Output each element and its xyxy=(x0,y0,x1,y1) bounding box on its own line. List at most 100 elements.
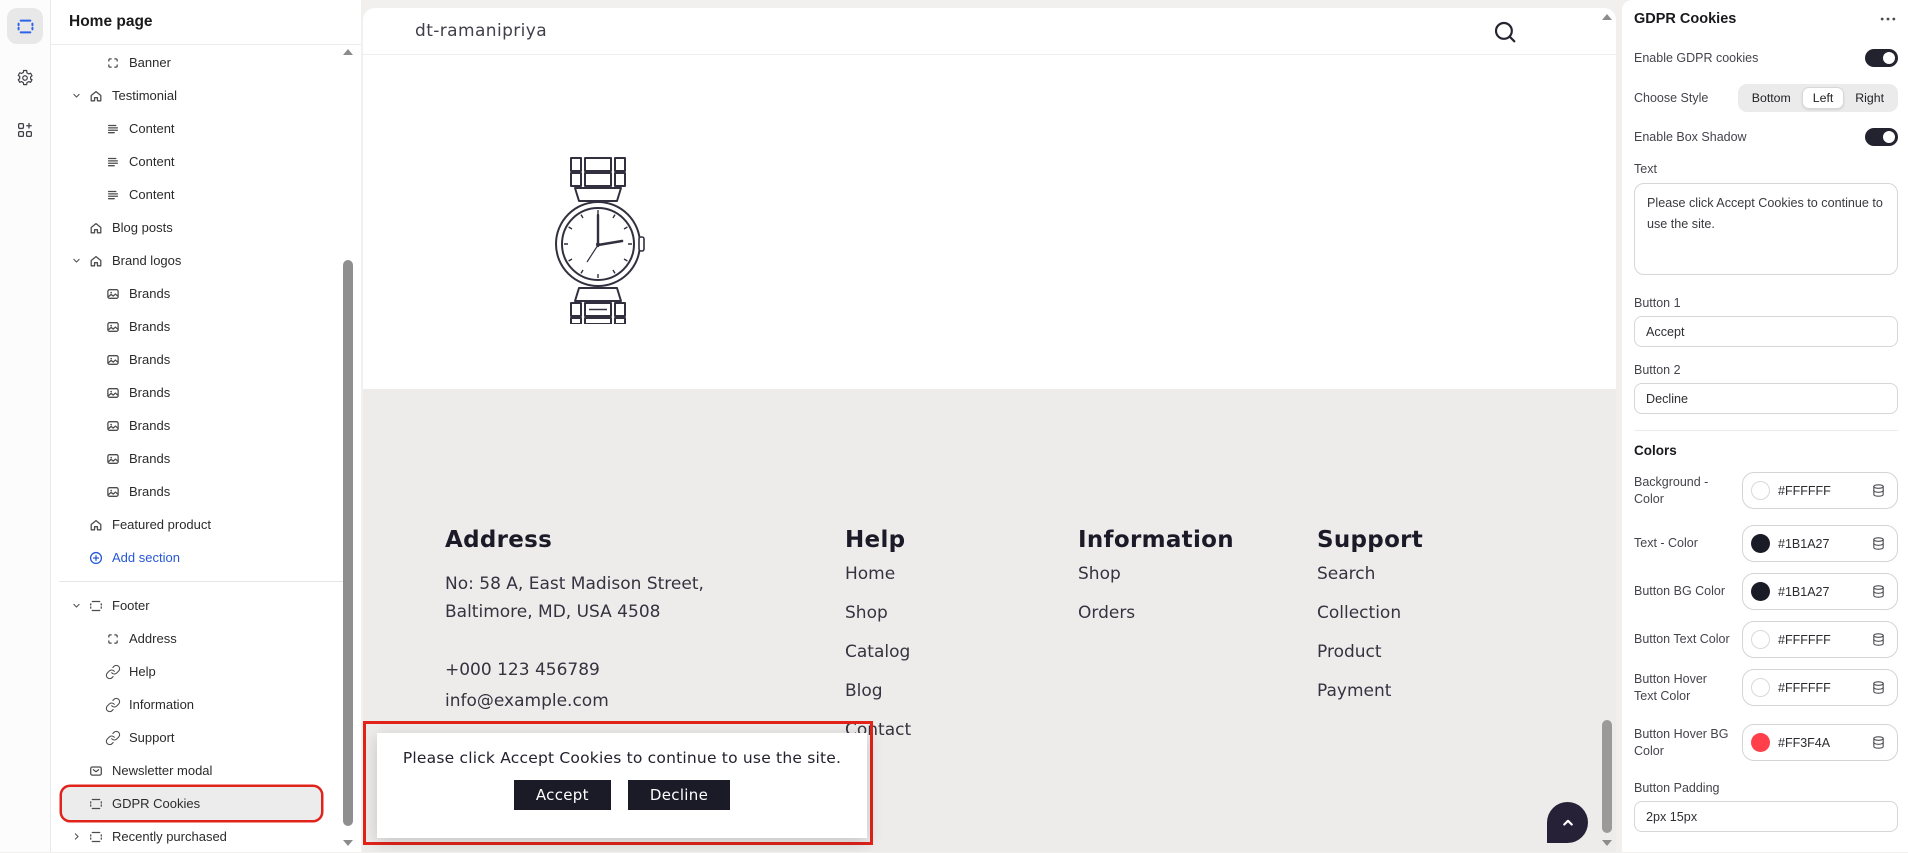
style-option-right[interactable]: Right xyxy=(1844,87,1895,109)
decline-cookies-button[interactable]: Decline xyxy=(628,780,730,810)
sidebar-item-testimonial[interactable]: Testimonial xyxy=(51,79,361,112)
sidebar-scrollbar-thumb[interactable] xyxy=(343,260,353,826)
sidebar-item-label: Brands xyxy=(129,352,170,367)
color-input[interactable]: #1B1A27 xyxy=(1742,525,1898,562)
sidebar-item-newsletter-modal[interactable]: Newsletter modal xyxy=(51,754,361,787)
sidebar-item-brands[interactable]: Brands xyxy=(51,310,361,343)
left-icon-rail xyxy=(0,0,51,852)
preview-scrollbar-thumb[interactable] xyxy=(1602,720,1612,833)
scroll-up-arrow[interactable] xyxy=(1602,14,1612,20)
add-icon xyxy=(88,550,104,566)
chevron-right-icon[interactable] xyxy=(70,830,88,843)
button-padding-input[interactable] xyxy=(1634,801,1898,832)
chevron-down-icon[interactable] xyxy=(70,89,88,102)
scroll-up-arrow[interactable] xyxy=(343,49,353,55)
chevron-down-icon[interactable] xyxy=(70,599,88,612)
sidebar-item-brands[interactable]: Brands xyxy=(51,409,361,442)
sections-sidebar: Home page BannerTestimonialContentConten… xyxy=(51,0,361,852)
sidebar-item-footer[interactable]: Footer xyxy=(51,589,361,622)
style-segmented-control: BottomLeftRight xyxy=(1738,84,1898,112)
sidebar-item-label: Newsletter modal xyxy=(112,763,212,778)
sidebar-item-label: Brands xyxy=(129,286,170,301)
sidebar-item-label: GDPR Cookies xyxy=(112,796,200,811)
sidebar-item-brand-logos[interactable]: Brand logos xyxy=(51,244,361,277)
footer-link-orders[interactable]: Orders xyxy=(1078,594,1234,633)
color-swatch xyxy=(1751,733,1770,752)
footer-link-home[interactable]: Home xyxy=(845,555,911,594)
apps-button[interactable] xyxy=(7,112,43,148)
footer-link-blog[interactable]: Blog xyxy=(845,672,911,711)
enable-gdpr-toggle[interactable] xyxy=(1865,49,1898,67)
sidebar-item-label: Brands xyxy=(129,484,170,499)
sidebar-item-help[interactable]: Help xyxy=(51,655,361,688)
scroll-to-top-button[interactable] xyxy=(1547,802,1588,843)
search-button[interactable] xyxy=(1492,19,1518,45)
link-icon xyxy=(105,697,121,713)
sections-tab-button[interactable] xyxy=(7,8,43,44)
accept-cookies-button[interactable]: Accept xyxy=(514,780,611,810)
footer-link-catalog[interactable]: Catalog xyxy=(845,633,911,672)
db-icon xyxy=(1870,679,1887,696)
color-input[interactable]: #FFFFFF xyxy=(1742,621,1898,658)
image-icon xyxy=(105,385,121,401)
chevron-down-icon[interactable] xyxy=(70,254,88,267)
more-options-icon[interactable] xyxy=(1878,9,1898,29)
color-hex-value: #1B1A27 xyxy=(1778,585,1829,599)
sidebar-item-address[interactable]: Address xyxy=(51,622,361,655)
footer-link-search[interactable]: Search xyxy=(1317,555,1423,594)
footer-link-collection[interactable]: Collection xyxy=(1317,594,1423,633)
preview-scrollbar[interactable] xyxy=(1600,8,1614,852)
box-shadow-toggle[interactable] xyxy=(1865,128,1898,146)
settings-button[interactable] xyxy=(7,60,43,96)
sidebar-item-featured-product[interactable]: Featured product xyxy=(51,508,361,541)
sidebar-scrollbar[interactable] xyxy=(342,0,354,852)
cookie-text-input[interactable]: Please click Accept Cookies to continue … xyxy=(1634,183,1898,275)
color-input[interactable]: #FFFFFF xyxy=(1742,472,1898,509)
style-option-left[interactable]: Left xyxy=(1802,87,1845,109)
footer-link-shop[interactable]: Shop xyxy=(845,594,911,633)
sidebar-item-blog-posts[interactable]: Blog posts xyxy=(51,211,361,244)
sidebar-item-information[interactable]: Information xyxy=(51,688,361,721)
color-field-label: Button BG Color xyxy=(1634,583,1742,599)
color-input[interactable]: #FFFFFF xyxy=(1742,669,1898,706)
scroll-down-arrow[interactable] xyxy=(1602,840,1612,846)
footer-contact-lines: +000 123 456789info@example.com xyxy=(445,655,704,717)
sidebar-item-brands[interactable]: Brands xyxy=(51,475,361,508)
footer-link-product[interactable]: Product xyxy=(1317,633,1423,672)
image-icon xyxy=(105,286,121,302)
store-name[interactable]: dt-ramanipriya xyxy=(415,21,547,41)
sidebar-item-banner[interactable]: Banner xyxy=(51,46,361,79)
style-option-bottom[interactable]: Bottom xyxy=(1741,87,1802,109)
color-input[interactable]: #1B1A27 xyxy=(1742,573,1898,610)
button1-input[interactable] xyxy=(1634,316,1898,347)
panel-title: GDPR Cookies xyxy=(1634,11,1736,27)
scroll-down-arrow[interactable] xyxy=(343,840,353,846)
sidebar-item-recently-purchased[interactable]: Recently purchased xyxy=(51,820,361,853)
footer-link-payment[interactable]: Payment xyxy=(1317,672,1423,711)
color-swatch xyxy=(1751,481,1770,500)
sidebar-item-brands[interactable]: Brands xyxy=(51,277,361,310)
db-icon xyxy=(1870,734,1887,751)
sidebar-item-gdpr-cookies[interactable]: GDPR Cookies xyxy=(62,787,321,820)
sidebar-item-support[interactable]: Support xyxy=(51,721,361,754)
footer-link-shop[interactable]: Shop xyxy=(1078,555,1234,594)
sidebar-item-brands[interactable]: Brands xyxy=(51,343,361,376)
sidebar-item-brands[interactable]: Brands xyxy=(51,442,361,475)
sidebar-item-content[interactable]: Content xyxy=(51,112,361,145)
sidebar-item-label: Content xyxy=(129,121,175,136)
color-swatch xyxy=(1751,678,1770,697)
color-field-label: Button Text Color xyxy=(1634,631,1742,647)
sidebar-item-brands[interactable]: Brands xyxy=(51,376,361,409)
sidebar-item-content[interactable]: Content xyxy=(51,145,361,178)
button2-input[interactable] xyxy=(1634,383,1898,414)
chevron-up-icon xyxy=(1558,813,1578,833)
button1-label: Button 1 xyxy=(1634,296,1898,310)
sidebar-item-add-section[interactable]: Add section xyxy=(51,541,361,574)
sidebar-item-content[interactable]: Content xyxy=(51,178,361,211)
editor-selection-highlight: Please click Accept Cookies to continue … xyxy=(363,721,873,845)
color-swatch xyxy=(1751,582,1770,601)
sidebar-item-label: Brands xyxy=(129,418,170,433)
sidebar-item-label: Content xyxy=(129,187,175,202)
sidebar-item-label: Featured product xyxy=(112,517,211,532)
color-input[interactable]: #FF3F4A xyxy=(1742,724,1898,761)
